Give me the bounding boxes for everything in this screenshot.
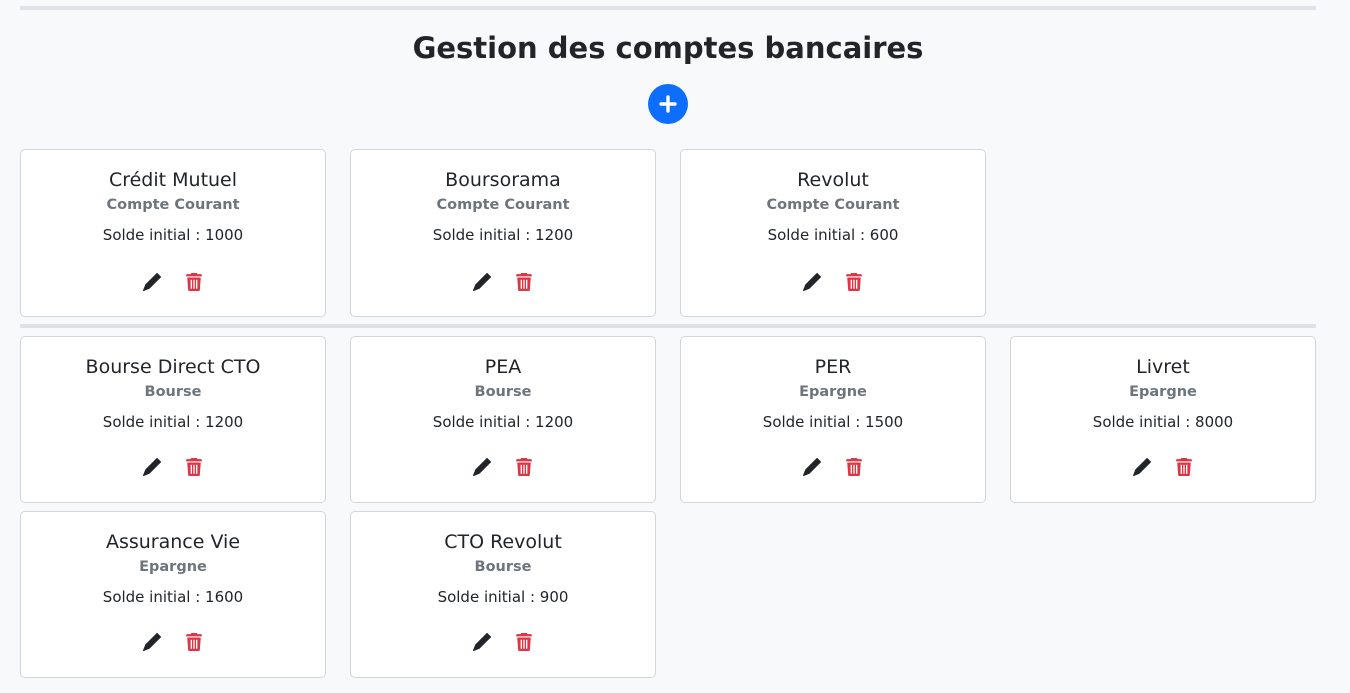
trash-icon bbox=[516, 273, 532, 291]
delete-button[interactable] bbox=[513, 456, 535, 478]
account-type: Bourse bbox=[474, 384, 532, 400]
edit-button[interactable] bbox=[141, 631, 163, 653]
edit-button[interactable] bbox=[801, 271, 823, 293]
account-name: Assurance Vie bbox=[105, 531, 241, 553]
delete-button[interactable] bbox=[183, 456, 205, 478]
trash-icon bbox=[186, 633, 202, 651]
edit-button[interactable] bbox=[471, 631, 493, 653]
pencil-icon bbox=[803, 273, 821, 291]
edit-button[interactable] bbox=[801, 456, 823, 478]
top-divider bbox=[20, 6, 1316, 10]
pencil-icon bbox=[803, 458, 821, 476]
account-name: Crédit Mutuel bbox=[108, 169, 238, 191]
trash-icon bbox=[846, 273, 862, 291]
account-card: Assurance Vie Epargne Solde initial : 16… bbox=[20, 511, 326, 678]
account-balance: Solde initial : 1200 bbox=[432, 226, 574, 244]
account-name: CTO Revolut bbox=[444, 531, 562, 553]
delete-button[interactable] bbox=[183, 631, 205, 653]
delete-button[interactable] bbox=[843, 271, 865, 293]
account-name: Bourse Direct CTO bbox=[85, 356, 261, 378]
trash-icon bbox=[1176, 458, 1192, 476]
account-balance: Solde initial : 8000 bbox=[1092, 413, 1234, 431]
delete-button[interactable] bbox=[513, 271, 535, 293]
account-card: Livret Epargne Solde initial : 8000 bbox=[1010, 336, 1316, 503]
trash-icon bbox=[516, 633, 532, 651]
account-balance: Solde initial : 600 bbox=[767, 226, 899, 244]
edit-button[interactable] bbox=[141, 456, 163, 478]
account-type: Compte Courant bbox=[766, 197, 900, 213]
account-card: Boursorama Compte Courant Solde initial … bbox=[350, 149, 656, 317]
page: Gestion des comptes bancaires Crédit Mut… bbox=[0, 0, 1350, 693]
add-account-button[interactable] bbox=[648, 84, 688, 124]
account-card: CTO Revolut Bourse Solde initial : 900 bbox=[350, 511, 656, 678]
pencil-icon bbox=[473, 273, 491, 291]
account-balance: Solde initial : 1600 bbox=[102, 588, 244, 606]
edit-button[interactable] bbox=[1131, 456, 1153, 478]
account-name: PER bbox=[814, 356, 852, 378]
section-divider bbox=[20, 324, 1316, 328]
account-card: Bourse Direct CTO Bourse Solde initial :… bbox=[20, 336, 326, 503]
trash-icon bbox=[846, 458, 862, 476]
pencil-icon bbox=[473, 633, 491, 651]
account-balance: Solde initial : 1500 bbox=[762, 413, 904, 431]
account-balance: Solde initial : 900 bbox=[437, 588, 569, 606]
account-name: PEA bbox=[484, 356, 522, 378]
edit-button[interactable] bbox=[471, 456, 493, 478]
delete-button[interactable] bbox=[1173, 456, 1195, 478]
plus-icon bbox=[659, 95, 677, 113]
pencil-icon bbox=[143, 458, 161, 476]
pencil-icon bbox=[143, 273, 161, 291]
trash-icon bbox=[186, 273, 202, 291]
account-card: Revolut Compte Courant Solde initial : 6… bbox=[680, 149, 986, 317]
account-name: Revolut bbox=[797, 169, 869, 191]
account-name: Boursorama bbox=[445, 169, 561, 191]
account-type: Compte Courant bbox=[106, 197, 240, 213]
account-type: Compte Courant bbox=[436, 197, 570, 213]
account-type: Epargne bbox=[1129, 384, 1197, 400]
account-balance: Solde initial : 1000 bbox=[102, 226, 244, 244]
pencil-icon bbox=[473, 458, 491, 476]
pencil-icon bbox=[1133, 458, 1151, 476]
delete-button[interactable] bbox=[513, 631, 535, 653]
account-balance: Solde initial : 1200 bbox=[102, 413, 244, 431]
delete-button[interactable] bbox=[183, 271, 205, 293]
account-type: Bourse bbox=[474, 559, 532, 575]
account-card: Crédit Mutuel Compte Courant Solde initi… bbox=[20, 149, 326, 317]
edit-button[interactable] bbox=[141, 271, 163, 293]
page-title: Gestion des comptes bancaires bbox=[412, 31, 924, 65]
edit-button[interactable] bbox=[471, 271, 493, 293]
account-balance: Solde initial : 1200 bbox=[432, 413, 574, 431]
pencil-icon bbox=[143, 633, 161, 651]
account-type: Epargne bbox=[139, 559, 207, 575]
account-card: PEA Bourse Solde initial : 1200 bbox=[350, 336, 656, 503]
account-card: PER Epargne Solde initial : 1500 bbox=[680, 336, 986, 503]
trash-icon bbox=[186, 458, 202, 476]
delete-button[interactable] bbox=[843, 456, 865, 478]
account-type: Bourse bbox=[144, 384, 202, 400]
account-name: Livret bbox=[1136, 356, 1190, 378]
trash-icon bbox=[516, 458, 532, 476]
account-type: Epargne bbox=[799, 384, 867, 400]
